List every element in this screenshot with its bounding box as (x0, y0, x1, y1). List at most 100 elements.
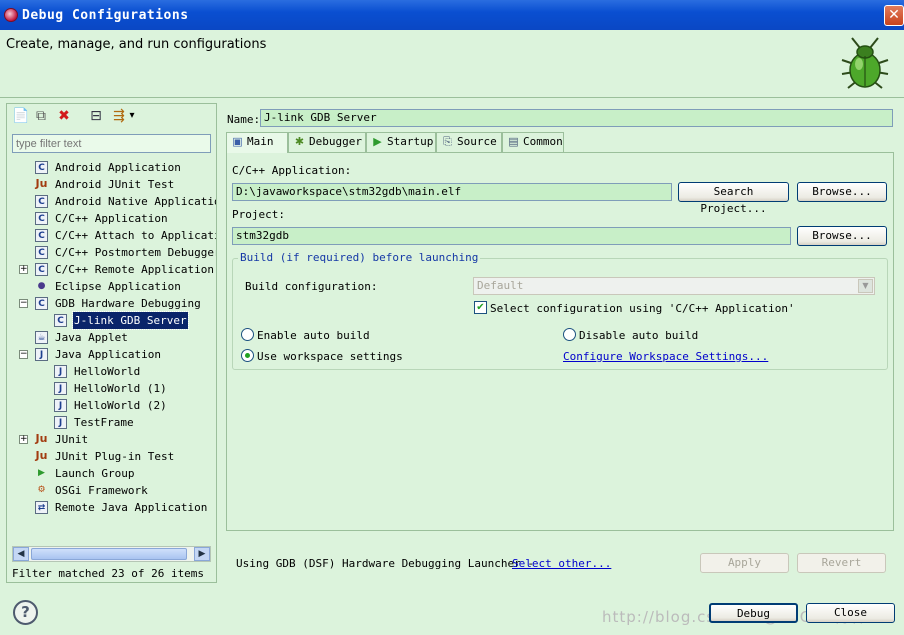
filter-input[interactable] (12, 134, 211, 153)
tab-debugger[interactable]: ✱ Debugger (288, 132, 366, 152)
tree-item[interactable]: C Android Application (7, 159, 216, 176)
menu-dropdown-icon[interactable]: ▾ (127, 108, 137, 124)
tree-item[interactable]: ⇄ Remote Java Application (7, 499, 216, 516)
tree-item[interactable]: J TestFrame (7, 414, 216, 431)
tree-item[interactable]: ☕ Java Applet (7, 329, 216, 346)
tab-debugger-label: Debugger (309, 135, 362, 148)
tree-item[interactable]: + Ju JUnit (7, 431, 216, 448)
tree-item[interactable]: C C/C++ Postmortem Debugger (7, 244, 216, 261)
tree-item-label: J-link GDB Server (72, 311, 189, 330)
scroll-left-icon[interactable]: ◀ (13, 547, 29, 561)
configure-workspace-link[interactable]: Configure Workspace Settings... (563, 350, 768, 363)
scrollbar-thumb[interactable] (31, 548, 187, 560)
browse-application-button[interactable]: Browse... (797, 182, 887, 202)
tree-item[interactable]: Ju JUnit Plug-in Test (7, 448, 216, 465)
select-other-link[interactable]: Select other... (512, 557, 611, 570)
revert-button[interactable]: Revert (797, 553, 886, 573)
help-icon[interactable]: ? (13, 600, 38, 625)
tree-item[interactable]: J HelloWorld (7, 363, 216, 380)
eclipse-config-icon: ● (37, 281, 46, 291)
build-group-title: Build (if required) before launching (238, 251, 481, 264)
tree-item[interactable]: ▶ Launch Group (7, 465, 216, 482)
tree-item[interactable]: − C GDB Hardware Debugging (7, 295, 216, 312)
expand-icon[interactable]: + (19, 265, 28, 274)
build-config-select[interactable]: Default ▼ (473, 277, 875, 295)
expand-icon[interactable]: + (19, 435, 28, 444)
tree-item-label: JUnit Plug-in Test (55, 450, 175, 463)
launcher-text: Using GDB (DSF) Hardware Debugging Launc… (236, 557, 535, 570)
enable-auto-build-radio[interactable] (241, 328, 254, 341)
c-config-icon: C (35, 212, 48, 225)
close-button[interactable]: Close (806, 603, 895, 623)
tree-item-label: C/C++ Application (55, 212, 168, 225)
scroll-right-icon[interactable]: ▶ (194, 547, 210, 561)
c-config-icon: C (35, 246, 48, 259)
tab-common-label: Common (523, 135, 563, 148)
tree-item[interactable]: C J-link GDB Server (7, 311, 216, 330)
select-config-label: Select configuration using 'C/C++ Applic… (490, 302, 795, 315)
c-config-icon: C (35, 195, 48, 208)
build-config-value: Default (477, 279, 524, 292)
window-title: Debug Configurations (22, 8, 189, 23)
tree-item-label: Eclipse Application (55, 280, 181, 293)
collapse-icon[interactable]: − (19, 299, 28, 308)
collapse-icon[interactable]: − (19, 350, 28, 359)
debug-button[interactable]: Debug (709, 603, 798, 623)
tree-item[interactable]: ⚙ OSGi Framework (7, 482, 216, 499)
tree-item[interactable]: C C/C++ Application (7, 210, 216, 227)
title-bar: Debug Configurations ✕ (0, 0, 904, 30)
tab-startup[interactable]: ▶ Startup (366, 132, 436, 152)
use-workspace-radio[interactable] (241, 349, 254, 362)
new-config-icon[interactable]: 📄 (12, 108, 29, 124)
project-label: Project: (232, 208, 285, 221)
select-config-checkbox[interactable]: ✔ (474, 301, 487, 314)
collapse-all-icon[interactable]: ⊟ (88, 108, 104, 124)
eclipse-debug-icon (4, 8, 18, 22)
source-tab-icon: ⎘ (443, 135, 452, 148)
tree-item[interactable]: J HelloWorld (2) (7, 397, 216, 414)
tree-item-label: HelloWorld (74, 365, 141, 378)
tree-item[interactable]: − J Java Application (7, 346, 216, 363)
tree-item[interactable]: + C C/C++ Remote Application (7, 261, 216, 278)
filter-icon[interactable]: ⇶ (111, 108, 127, 124)
main-tab-content: C/C++ Application: D:\javaworkspace\stm3… (226, 152, 894, 531)
tree-item-label: TestFrame (74, 416, 134, 429)
remote-config-icon: ⇄ (35, 501, 48, 514)
name-label: Name: (227, 113, 261, 126)
app-label: C/C++ Application: (232, 164, 352, 177)
browse-project-button[interactable]: Browse... (797, 226, 887, 246)
j-config-icon: J (54, 416, 67, 429)
disable-auto-build-radio[interactable] (563, 328, 576, 341)
application-path-field[interactable]: D:\javaworkspace\stm32gdb\main.elf (232, 183, 672, 201)
tree-item[interactable]: J HelloWorld (1) (7, 380, 216, 397)
osgi-config-icon: ⚙ (37, 485, 46, 495)
name-field[interactable]: J-link GDB Server (260, 109, 893, 127)
ju-config-icon: Ju (35, 177, 48, 190)
c-config-icon: C (35, 297, 48, 310)
tree-item-label: GDB Hardware Debugging (55, 297, 201, 310)
configuration-list-panel: 📄 ⧉ ✖ ⊟ ⇶ ▾ C Android Application Ju Androi… (6, 103, 217, 583)
tree-item-label: Android JUnit Test (55, 178, 175, 191)
startup-tab-icon: ▶ (373, 135, 382, 148)
tree-item[interactable]: C Android Native Application (7, 193, 216, 210)
header-title: Create, manage, and run configurations (6, 37, 267, 52)
configuration-tree: C Android Application Ju Android JUnit Test… (7, 159, 216, 544)
project-field[interactable]: stm32gdb (232, 227, 791, 245)
tree-item[interactable]: C C/C++ Attach to Application (7, 227, 216, 244)
search-project-button[interactable]: Search Project... (678, 182, 789, 215)
delete-icon[interactable]: ✖ (56, 108, 72, 124)
tab-source[interactable]: ⎘ Source (436, 132, 502, 152)
tab-common[interactable]: ▤ Common (502, 132, 564, 152)
close-window-button[interactable]: ✕ (884, 5, 904, 26)
j-config-icon: J (54, 399, 67, 412)
tree-item-label: HelloWorld (1) (74, 382, 167, 395)
tab-source-label: Source (457, 135, 497, 148)
apply-button[interactable]: Apply (700, 553, 789, 573)
disable-auto-build-label: Disable auto build (579, 329, 699, 342)
tree-item-label: C/C++ Attach to Application (55, 229, 216, 242)
tree-item[interactable]: Ju Android JUnit Test (7, 176, 216, 193)
duplicate-icon[interactable]: ⧉ (33, 108, 49, 124)
horizontal-scrollbar[interactable]: ◀ ▶ (12, 546, 211, 562)
tab-main[interactable]: ▣ Main (226, 132, 288, 153)
tree-item[interactable]: ● Eclipse Application (7, 278, 216, 295)
